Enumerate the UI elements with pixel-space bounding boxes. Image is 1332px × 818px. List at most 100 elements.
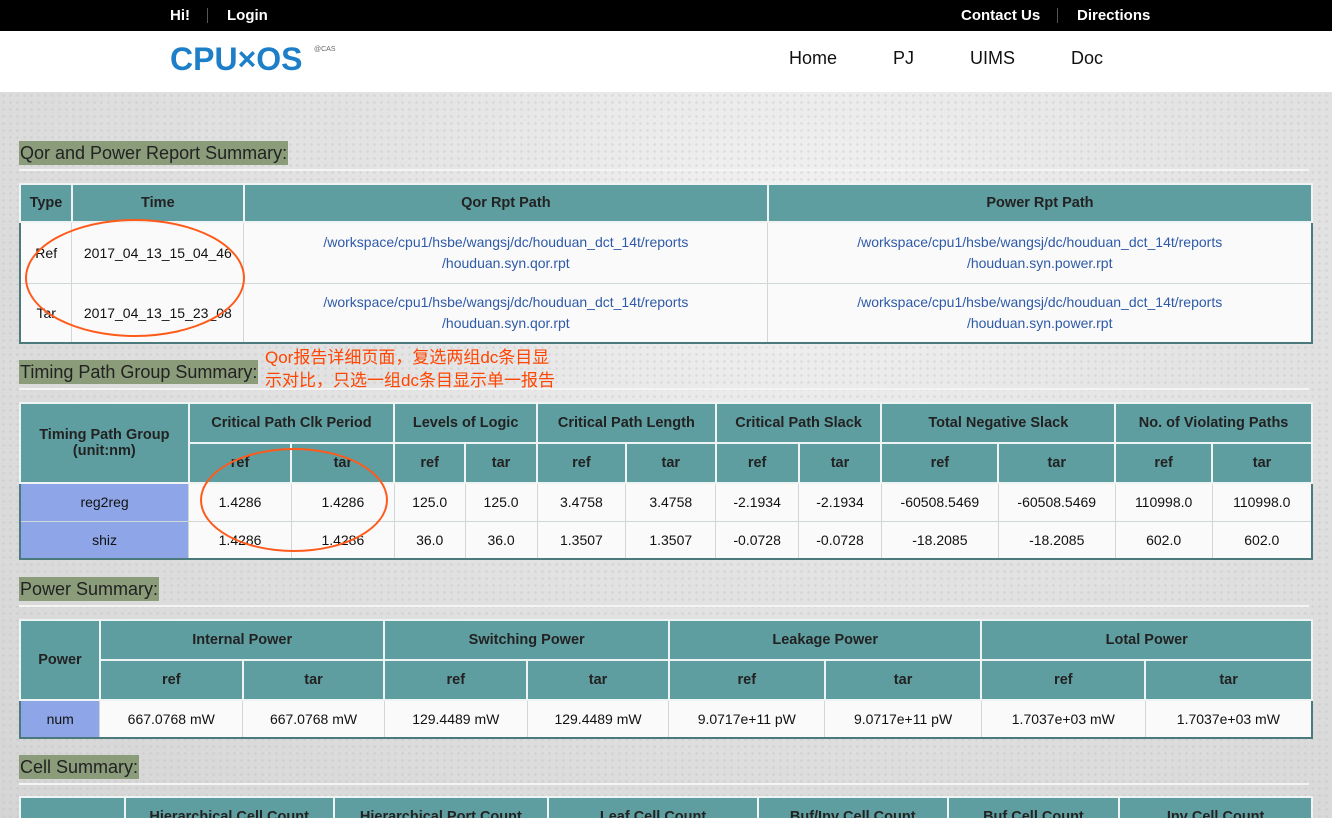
value-cell: 602.0 (1211, 520, 1313, 560)
value-cell: -18.2085 (997, 520, 1116, 560)
value-cell: 129.4489 mW (383, 699, 528, 739)
value-cell: 36.0 (393, 520, 466, 560)
value-cell: -2.1934 (715, 482, 800, 522)
value-cell: -0.0728 (715, 520, 800, 560)
nav-home[interactable]: Home (789, 48, 837, 69)
sub-ref: ref (980, 659, 1147, 701)
qor-path-cell: /workspace/cpu1/hsbe/wangsj/dc/houduan_d… (243, 282, 769, 344)
power-table: Power Internal Power Switching Power Lea… (19, 619, 1313, 739)
nav-uims[interactable]: UIMS (970, 48, 1015, 69)
col-total-negative-slack: Total Negative Slack (880, 402, 1117, 444)
timing-section-title: Timing Path Group Summary: (19, 360, 259, 384)
col-power-path: Power Rpt Path (766, 183, 1314, 223)
value-cell: 9.0717e+11 pW (668, 699, 826, 739)
col-leaf-cell-count: Leaf Cell Count (547, 796, 759, 818)
col-type: Type (19, 183, 73, 223)
greeting-text: Hi! (170, 7, 190, 24)
sub-ref: ref (536, 442, 627, 484)
value-cell: 125.0 (464, 482, 538, 522)
sub-tar: tar (797, 442, 883, 484)
qor-path-link[interactable]: /workspace/cpu1/hsbe/wangsj/dc/houduan_d… (323, 294, 688, 331)
col-buf-cell-count: Buf Cell Count (946, 796, 1121, 818)
col-time: Time (70, 183, 245, 223)
row-label: num (19, 699, 101, 739)
col-internal-power: Internal Power (98, 619, 386, 661)
value-cell: 110998.0 (1211, 482, 1313, 522)
power-section-title: Power Summary: (19, 577, 160, 601)
sub-ref: ref (98, 659, 244, 701)
sub-ref: ref (393, 442, 467, 484)
nav-pj[interactable]: PJ (893, 48, 914, 69)
sub-tar: tar (464, 442, 538, 484)
directions-link[interactable]: Directions (1077, 7, 1150, 24)
power-path-link[interactable]: /workspace/cpu1/hsbe/wangsj/dc/houduan_d… (857, 234, 1222, 271)
value-cell: 125.0 (393, 482, 466, 522)
value-cell: 1.3507 (536, 520, 627, 560)
sub-ref: ref (667, 659, 826, 701)
table-row: num 667.0768 mW 667.0768 mW 129.4489 mW … (19, 699, 1313, 739)
col-timing-path-group: Timing Path Group (unit:nm) (19, 402, 190, 484)
qor-section-title: Qor and Power Report Summary: (19, 141, 289, 165)
cell-section-title: Cell Summary: (19, 755, 140, 779)
value-cell: 129.4489 mW (526, 699, 670, 739)
value-cell: 667.0768 mW (99, 699, 244, 739)
sub-ref: ref (714, 442, 800, 484)
value-cell: 3.4758 (536, 482, 627, 522)
top-bar: Hi! Login Contact Us Directions (0, 0, 1332, 31)
divider (19, 605, 1309, 607)
col-total-power: Lotal Power (980, 619, 1313, 661)
col-hier-cell-count: Hierarchical Cell Count (123, 796, 335, 818)
sub-tar: tar (1144, 659, 1313, 701)
power-path-cell: /workspace/cpu1/hsbe/wangsj/dc/houduan_d… (767, 282, 1313, 344)
sub-ref: ref (880, 442, 1000, 484)
power-path-cell: /workspace/cpu1/hsbe/wangsj/dc/houduan_d… (767, 221, 1313, 284)
value-cell: 667.0768 mW (242, 699, 385, 739)
sub-tar: tar (997, 442, 1117, 484)
value-cell: 1.3507 (625, 520, 717, 560)
value-cell: -18.2085 (880, 520, 999, 560)
cpuxos-logo[interactable]: CPU×OS @CAS (170, 43, 340, 75)
divider (1057, 8, 1058, 23)
contact-us-link[interactable]: Contact Us (961, 7, 1040, 24)
cell-table: Hierarchical Cell Count Hierarchical Por… (19, 796, 1313, 818)
divider (19, 783, 1309, 785)
logo-sup: @CAS (314, 46, 336, 53)
value-cell: 36.0 (464, 520, 538, 560)
col-switching-power: Switching Power (383, 619, 670, 661)
col-qor-path: Qor Rpt Path (242, 183, 769, 223)
site-header: CPU×OS @CAS Home PJ UIMS Doc (0, 31, 1332, 92)
col-clk-period: Critical Path Clk Period (187, 402, 396, 444)
col-violating-paths: No. of Violating Paths (1114, 402, 1313, 444)
value-cell: -60508.5469 (880, 482, 999, 522)
value-cell: -60508.5469 (997, 482, 1116, 522)
value-cell: 1.7037e+03 mW (1144, 699, 1313, 739)
value-cell: -2.1934 (798, 482, 882, 522)
value-cell: -0.0728 (798, 520, 882, 560)
divider (19, 169, 1309, 171)
sub-tar: tar (624, 442, 717, 484)
value-cell: 602.0 (1114, 520, 1213, 560)
value-cell: 110998.0 (1114, 482, 1213, 522)
sub-tar: tar (823, 659, 983, 701)
value-cell: 9.0717e+11 pW (824, 699, 982, 739)
row-label: shiz (19, 520, 190, 560)
sub-tar: tar (241, 659, 386, 701)
power-path-link[interactable]: /workspace/cpu1/hsbe/wangsj/dc/houduan_d… (857, 294, 1222, 331)
col-path-length: Critical Path Length (536, 402, 717, 444)
col-levels-of-logic: Levels of Logic (393, 402, 538, 444)
sub-tar: tar (1211, 442, 1313, 484)
login-link[interactable]: Login (227, 7, 268, 24)
nav-doc[interactable]: Doc (1071, 48, 1103, 69)
sub-ref: ref (1114, 442, 1214, 484)
value-cell: 3.4758 (625, 482, 717, 522)
col-power: Power (19, 619, 101, 701)
sub-ref: ref (383, 659, 529, 701)
col-leakage-power: Leakage Power (667, 619, 983, 661)
annotation-ellipse (200, 448, 388, 552)
col-path-slack: Critical Path Slack (714, 402, 883, 444)
logo-text: CPU×OS (170, 43, 302, 75)
qor-path-link[interactable]: /workspace/cpu1/hsbe/wangsj/dc/houduan_d… (323, 234, 688, 271)
divider (207, 8, 208, 23)
annotation-note: Qor报告详细页面，复选两组dc条目显 示对比，只选一组dc条目显示单一报告 (265, 346, 555, 392)
col-hier-port-count: Hierarchical Port Count (332, 796, 550, 818)
